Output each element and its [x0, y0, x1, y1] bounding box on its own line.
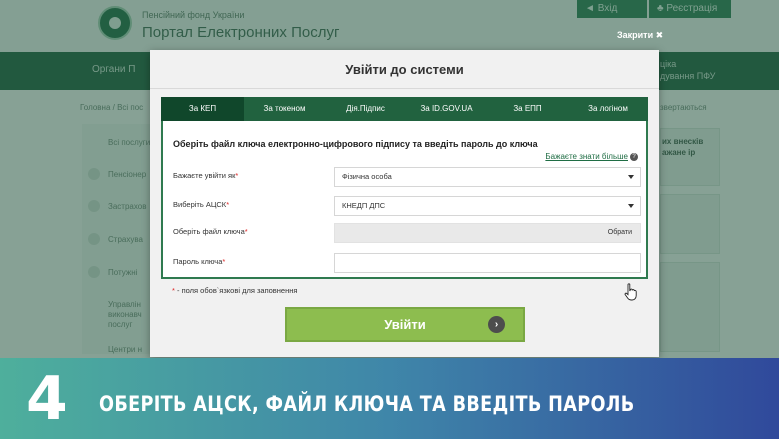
password-input[interactable]: [334, 253, 641, 273]
acsk-select-value: КНЕДП ДПС: [342, 201, 386, 210]
required-note: * - поля обов`язкові для заповнення: [172, 286, 297, 295]
acsk-label: Виберіть АЦСК*: [173, 200, 229, 209]
panel-heading: Оберіть файл ключа електронно-цифрового …: [173, 139, 538, 149]
role-select-value: Фізична особа: [342, 172, 392, 181]
modal-close-button[interactable]: Закрити ✖: [617, 30, 663, 41]
required-mark: *: [222, 257, 226, 266]
caret-down-icon: [628, 175, 634, 179]
required-mark: *: [244, 227, 248, 236]
kep-panel: Оберіть файл ключа електронно-цифрового …: [161, 121, 648, 279]
tab-token[interactable]: За токеном: [244, 97, 325, 121]
role-label: Бажаєте увійти як*: [173, 171, 238, 180]
password-label: Пароль ключа*: [173, 257, 225, 266]
acsk-select[interactable]: КНЕДП ДПС: [334, 196, 641, 216]
role-select[interactable]: Фізична особа: [334, 167, 641, 187]
required-note-text: - поля обов`язкові для заповнення: [174, 286, 298, 295]
hand-cursor-icon: [624, 283, 637, 301]
question-icon: ?: [630, 153, 638, 161]
key-file-label: Оберіть файл ключа*: [173, 227, 248, 236]
caption-text: ОБЕРІТЬ АЦСК, ФАЙЛ КЛЮЧА ТА ВВЕДІТЬ ПАРО…: [99, 392, 635, 416]
login-submit-button[interactable]: Увійти ›: [285, 307, 525, 342]
key-file-label-text: Оберіть файл ключа: [173, 227, 245, 236]
modal-title: Увійти до системи: [345, 62, 464, 77]
tab-diia-signature[interactable]: Дія.Підпис: [325, 97, 406, 121]
password-label-text: Пароль ключа: [173, 257, 223, 266]
caret-down-icon: [628, 204, 634, 208]
tab-login[interactable]: За логіном: [568, 97, 648, 121]
tab-kep[interactable]: За КЕП: [161, 97, 244, 121]
arrow-right-icon: ›: [488, 316, 505, 333]
help-link[interactable]: Бажаєте знати більше?: [545, 152, 638, 161]
caption-banner: 4 ОБЕРІТЬ АЦСК, ФАЙЛ КЛЮЧА ТА ВВЕДІТЬ ПА…: [0, 358, 779, 439]
auth-tabs: За КЕП За токеном Дія.Підпис За ID.GOV.U…: [161, 97, 648, 121]
role-label-text: Бажаєте увійти як: [173, 171, 236, 180]
required-mark: *: [235, 171, 239, 180]
login-modal: Увійти до системи За КЕП За токеном Дія.…: [150, 50, 659, 357]
tab-epp[interactable]: За ЕПП: [487, 97, 568, 121]
help-link-label: Бажаєте знати більше: [545, 152, 628, 161]
modal-divider: [150, 88, 659, 89]
key-file-input[interactable]: Обрати: [334, 223, 641, 243]
tab-id-gov-ua[interactable]: За ID.GOV.UA: [406, 97, 487, 121]
browse-button[interactable]: Обрати: [600, 224, 640, 242]
step-number: 4: [26, 364, 68, 434]
acsk-label-text: Виберіть АЦСК: [173, 200, 227, 209]
required-mark: *: [226, 200, 230, 209]
